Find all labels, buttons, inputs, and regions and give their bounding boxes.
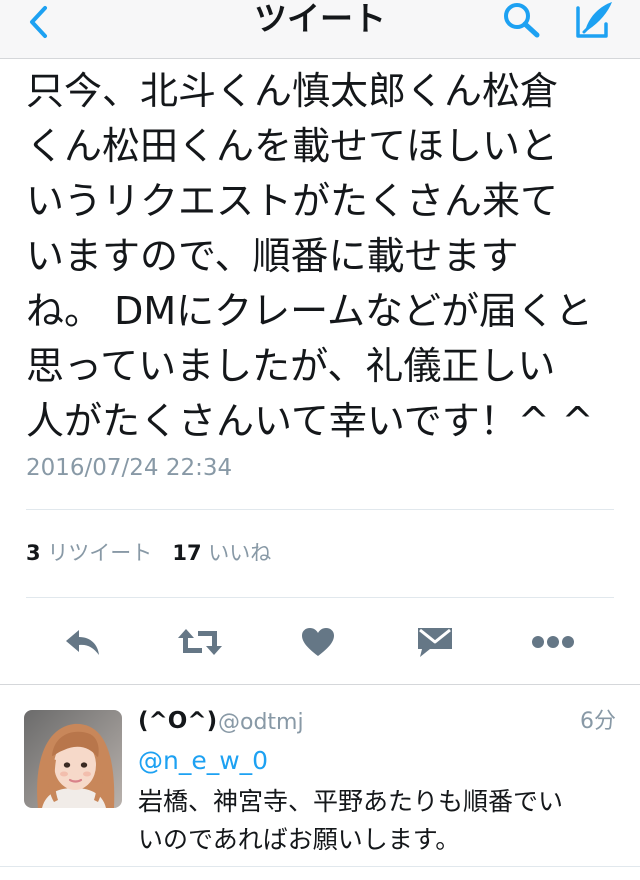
reply-line: 岩橋、神宮寺、平野あたりも順番でい: [138, 787, 564, 816]
retweet-stat[interactable]: 3 リツイート: [26, 541, 159, 565]
like-button[interactable]: [293, 618, 343, 666]
avatar-photo: [24, 710, 122, 808]
direct-message-button[interactable]: [410, 618, 460, 666]
retweet-count: 3: [26, 541, 41, 565]
tweet-text: 只今、北斗くん慎太郎くん松倉 くん松田くんを載せてほしいと いうリクエストがたく…: [26, 64, 626, 449]
like-label: いいね: [208, 541, 272, 565]
tweet-line: 思っていましたが、礼儀正しい: [26, 344, 556, 388]
heart-icon: [302, 628, 334, 656]
more-icon: [532, 636, 574, 648]
navigation-bar: ツイート: [0, 0, 640, 59]
tweet-stats: 3 リツイート 17 いいね: [26, 539, 271, 567]
action-bar: [0, 618, 640, 666]
search-icon: [504, 3, 540, 38]
reply-button[interactable]: [58, 618, 108, 666]
retweet-label: リツイート: [47, 541, 153, 565]
reply-icon: [66, 630, 99, 655]
tweet-line: ね。 DMにクレームなどが届くと: [26, 289, 593, 333]
divider: [26, 509, 614, 510]
retweet-icon: [178, 629, 222, 655]
reply-time: 6分: [580, 709, 616, 734]
reply-line: いのであればお願いします。: [138, 825, 461, 854]
divider: [26, 597, 614, 598]
reply-mention-link[interactable]: @n_e_w_0: [138, 746, 268, 776]
tweet-line: くん松田くんを載せてほしいと: [26, 124, 559, 168]
compose-button[interactable]: [568, 0, 620, 40]
like-count: 17: [172, 541, 202, 565]
reply-display-name[interactable]: (^O^): [138, 706, 217, 736]
retweet-button[interactable]: [175, 618, 225, 666]
divider: [0, 684, 640, 685]
tweet-line: 人がたくさんいて幸いです！^ ^: [26, 399, 594, 443]
compose-icon: [576, 2, 612, 38]
avatar[interactable]: [24, 710, 122, 808]
like-stat[interactable]: 17 いいね: [172, 541, 271, 565]
reply-handle[interactable]: @odtmj: [218, 708, 304, 738]
more-button[interactable]: [528, 618, 578, 666]
tweet-line: 只今、北斗くん慎太郎くん松倉: [26, 69, 559, 113]
tweet-timestamp[interactable]: 2016/07/24 22:34: [26, 454, 232, 482]
tweet-line: いますので、順番に載せます: [26, 234, 519, 278]
search-button[interactable]: [498, 0, 546, 40]
divider: [0, 866, 640, 867]
reply-text: 岩橋、神宮寺、平野あたりも順番でい いのであればお願いします。: [138, 783, 618, 859]
direct-message-icon: [418, 628, 452, 657]
tweet-line: いうリクエストがたくさん来て: [26, 179, 559, 223]
